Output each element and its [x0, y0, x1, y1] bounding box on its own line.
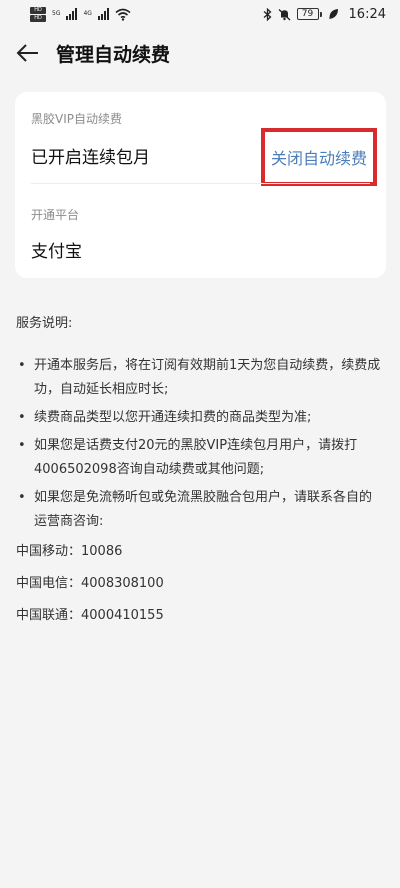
bullet-dot: • [18, 438, 26, 453]
note-text: 开通本服务后，将在订阅有效期前1天为您自动续费，续费成功，自动延长相应时长; [34, 358, 381, 397]
platform-value: 支付宝 [31, 242, 82, 262]
signal-icon-2 [97, 8, 109, 20]
arrow-left-icon [16, 44, 38, 62]
close-auto-renew-button[interactable]: 关闭自动续费 [261, 128, 377, 186]
page-header: 管理自动续费 [0, 30, 400, 76]
clock: 16:24 [348, 6, 386, 22]
list-item: • 如果您是免流畅听包或免流黑胶融合包用户，请联系各自的运营商咨询: [16, 486, 384, 534]
list-item: • 开通本服务后，将在订阅有效期前1天为您自动续费，续费成功，自动延长相应时长; [16, 354, 384, 402]
close-auto-renew-label: 关闭自动续费 [270, 149, 367, 168]
list-item: • 续费商品类型以您开通连续扣费的商品类型为准; [16, 406, 384, 430]
bullet-dot: • [18, 490, 26, 505]
sim2-badge: HD [30, 14, 46, 22]
network-type-2: 4G [83, 10, 92, 17]
contact-telecom: 中国电信：4008308100 [16, 576, 164, 591]
service-notes: 服务说明: • 开通本服务后，将在订阅有效期前1天为您自动续费，续费成功，自动延… [16, 312, 384, 630]
sim-indicators: HD HD [30, 6, 46, 22]
note-text: 如果您是话费支付20元的黑胶VIP连续包月用户，请拨打4006502098咨询自… [34, 438, 358, 477]
bullet-dot: • [18, 358, 26, 373]
contact-unicom: 中国联通：4000410155 [16, 608, 164, 623]
page-title: 管理自动续费 [56, 43, 171, 66]
subscription-card: 黑胶VIP自动续费 已开启连续包月 关闭自动续费 开通平台 支付宝 [15, 92, 386, 278]
contact-mobile: 中国移动：10086 [16, 544, 123, 559]
note-text: 如果您是免流畅听包或免流黑胶融合包用户，请联系各自的运营商咨询: [34, 490, 373, 529]
divider [31, 183, 370, 184]
bluetooth-icon [263, 7, 272, 21]
note-text: 续费商品类型以您开通连续扣费的商品类型为准; [34, 410, 312, 425]
leaf-icon [329, 9, 338, 19]
subscription-status: 已开启连续包月 [31, 148, 150, 168]
service-notes-title: 服务说明: [16, 316, 73, 331]
signal-icon-1 [66, 8, 78, 20]
network-type-1: 5G [52, 10, 61, 17]
sim1-badge: HD [30, 6, 46, 14]
back-button[interactable] [2, 30, 54, 76]
wifi-icon [115, 8, 131, 21]
battery-level: 79 [296, 8, 319, 20]
battery-icon: 79 [296, 8, 322, 20]
platform-label: 开通平台 [31, 208, 80, 222]
product-label: 黑胶VIP自动续费 [31, 112, 122, 126]
bullet-dot: • [18, 410, 26, 425]
mute-bell-icon [278, 8, 290, 20]
status-bar: HD HD 5G 4G 79 16:24 [0, 0, 400, 28]
list-item: • 如果您是话费支付20元的黑胶VIP连续包月用户，请拨打4006502098咨… [16, 434, 384, 482]
